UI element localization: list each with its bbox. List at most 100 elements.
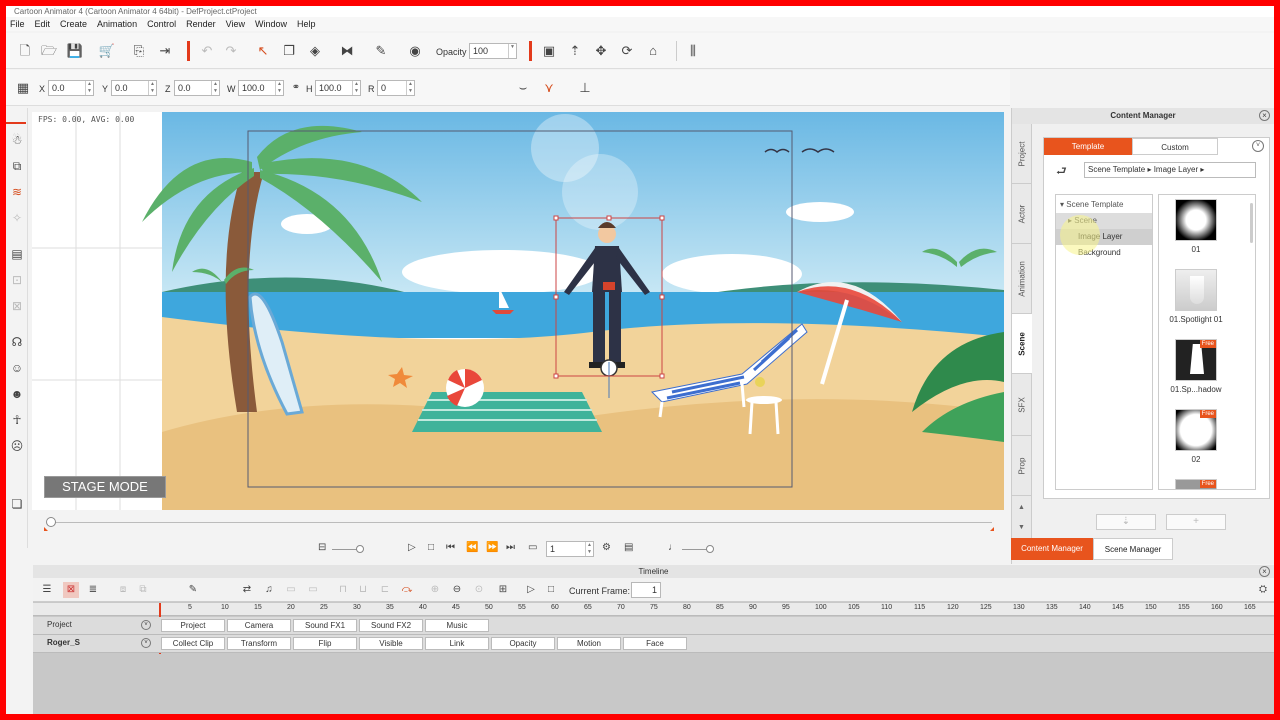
- tab-content-manager[interactable]: Content Manager: [1011, 538, 1093, 560]
- thumbnail-02[interactable]: Free: [1175, 409, 1217, 451]
- spinner-icon[interactable]: ▲ ▼: [406, 81, 414, 95]
- scroll-down-icon[interactable]: ▼: [1018, 524, 1025, 531]
- pivot-icon[interactable]: ⊥: [576, 79, 594, 97]
- select-arrow-icon[interactable]: ↖: [254, 42, 272, 60]
- settings-gear-icon[interactable]: ⚙: [602, 542, 611, 553]
- grid-icon[interactable]: ▦: [14, 79, 32, 97]
- track-button-opacity[interactable]: Opacity: [491, 637, 555, 650]
- track-button-project[interactable]: Project: [161, 619, 225, 632]
- menu-edit[interactable]: Edit: [31, 17, 57, 31]
- opacity-field[interactable]: 100 ▼: [469, 43, 517, 59]
- thumbnail-partial[interactable]: Free: [1175, 479, 1217, 489]
- back-arrow-icon[interactable]: ⮐: [1056, 162, 1067, 183]
- close-icon[interactable]: ×: [1259, 110, 1270, 121]
- chevron-down-icon[interactable]: ˅: [1252, 140, 1264, 152]
- open-folder-icon[interactable]: 🗁: [40, 42, 58, 60]
- z-field[interactable]: 0.0 ▲ ▼: [174, 80, 220, 96]
- link-chain-icon[interactable]: ⚭: [287, 79, 305, 97]
- loop-arrows-icon[interactable]: ⇄: [239, 582, 255, 598]
- track-button-camera[interactable]: Camera: [227, 619, 291, 632]
- new-file-icon[interactable]: 🗋: [16, 42, 34, 60]
- frame-field[interactable]: 1 ▲ ▼: [546, 541, 594, 557]
- tab-project[interactable]: Project: [1012, 124, 1032, 184]
- blend-icon[interactable]: ⊔: [355, 582, 371, 598]
- music-note-icon[interactable]: ♫: [261, 582, 277, 598]
- thumbnail-spotlight-01[interactable]: [1175, 269, 1217, 311]
- breadcrumb[interactable]: Scene Template ▸ Image Layer ▸: [1084, 162, 1256, 178]
- dropdown-icon[interactable]: ▼: [508, 44, 516, 58]
- key-icon[interactable]: ⧈: [115, 582, 131, 598]
- tab-prop[interactable]: Prop: [1012, 436, 1032, 496]
- sprite-icon[interactable]: ⧉: [9, 158, 25, 174]
- r-field[interactable]: 0 ▲ ▼: [377, 80, 415, 96]
- track-button-collect-clip[interactable]: Collect Clip: [161, 637, 225, 650]
- morph-icon[interactable]: ⊠: [9, 298, 25, 314]
- tab-actor[interactable]: Actor: [1012, 184, 1032, 244]
- scrollbar[interactable]: [1250, 203, 1253, 243]
- download-button[interactable]: ⇣: [1096, 514, 1156, 530]
- face-icon[interactable]: ☻: [9, 386, 25, 402]
- flip-icon[interactable]: ⧓: [338, 42, 356, 60]
- speed-icon[interactable]: ⊟: [318, 542, 326, 553]
- menu-render[interactable]: Render: [182, 17, 222, 31]
- rotate-icon[interactable]: ⟳: [618, 42, 636, 60]
- visibility-eye-icon[interactable]: ◉: [406, 42, 424, 60]
- audio-wave-icon[interactable]: ≋: [9, 184, 25, 200]
- measure-icon[interactable]: ✎: [372, 42, 390, 60]
- tab-scene[interactable]: Scene: [1012, 314, 1032, 374]
- stop-icon[interactable]: □: [428, 542, 434, 553]
- timeline-ruler[interactable]: 5 10 15 20 25 30 35 40 45 50 55 60 65 70…: [33, 603, 1274, 663]
- spinner-icon[interactable]: ▲ ▼: [275, 81, 283, 95]
- fit-icon[interactable]: ⊞: [495, 582, 511, 598]
- save-icon[interactable]: 💾: [66, 42, 84, 60]
- undo-icon[interactable]: ↶: [198, 42, 216, 60]
- merge-icon[interactable]: ⊏: [377, 582, 393, 598]
- menu-window[interactable]: Window: [251, 17, 293, 31]
- film-icon[interactable]: ▤: [624, 542, 633, 553]
- walk-icon[interactable]: ☥: [9, 412, 25, 428]
- track-button-face[interactable]: Face: [623, 637, 687, 650]
- track-button-sound-fx2[interactable]: Sound FX2: [359, 619, 423, 632]
- import-icon[interactable]: ⎘: [130, 42, 148, 60]
- record-icon[interactable]: ⊠: [63, 582, 79, 598]
- spinner-icon[interactable]: ▲ ▼: [85, 81, 93, 95]
- breadcrumb-item[interactable]: Scene Template: [1088, 165, 1145, 174]
- redo-icon[interactable]: ↷: [222, 42, 240, 60]
- y-field[interactable]: 0.0 ▲ ▼: [111, 80, 157, 96]
- zoom-in-icon[interactable]: ⊕: [427, 582, 443, 598]
- zoom-out-icon[interactable]: ⊖: [449, 582, 465, 598]
- last-frame-icon[interactable]: ⏭: [506, 542, 515, 553]
- menu-file[interactable]: File: [6, 17, 31, 31]
- spinner-icon[interactable]: ▲ ▼: [148, 81, 156, 95]
- close-icon[interactable]: ×: [1259, 566, 1270, 577]
- volume-slider-handle[interactable]: [706, 545, 714, 553]
- head-icon[interactable]: ☹: [9, 438, 25, 454]
- actor-icon[interactable]: ☃: [9, 132, 25, 148]
- list-icon[interactable]: ☰: [39, 582, 55, 598]
- thumbnail-01[interactable]: [1175, 199, 1217, 241]
- move-icon[interactable]: ✥: [592, 42, 610, 60]
- stage-mode-badge[interactable]: STAGE MODE: [44, 476, 166, 498]
- layout-icon[interactable]: ▤: [9, 246, 25, 262]
- export-icon[interactable]: ⇥: [156, 42, 174, 60]
- ease-icon[interactable]: ⤼: [399, 582, 415, 598]
- add-button[interactable]: +: [1166, 514, 1226, 530]
- puppet-icon[interactable]: ☺: [9, 360, 25, 376]
- tree-root[interactable]: ▾ Scene Template: [1056, 197, 1152, 213]
- menu-control[interactable]: Control: [143, 17, 182, 31]
- menu-create[interactable]: Create: [56, 17, 93, 31]
- track-button-visible[interactable]: Visible: [359, 637, 423, 650]
- track-button-motion[interactable]: Motion: [557, 637, 621, 650]
- track-button-link[interactable]: Link: [425, 637, 489, 650]
- h-field[interactable]: 100.0 ▲ ▼: [315, 80, 361, 96]
- scroll-up-icon[interactable]: ▲: [1018, 504, 1025, 511]
- spinner-icon[interactable]: ▲ ▼: [585, 542, 593, 556]
- speed-slider[interactable]: [332, 549, 358, 550]
- volume-slider[interactable]: [682, 549, 708, 550]
- stack-icon[interactable]: ❏: [9, 496, 25, 512]
- expand-icon[interactable]: ˅: [141, 620, 151, 630]
- curve-in-icon[interactable]: ⌣: [514, 79, 532, 97]
- tab-scene-manager[interactable]: Scene Manager: [1093, 538, 1173, 560]
- bone-icon[interactable]: ✧: [9, 210, 25, 226]
- curve-out-icon[interactable]: ⋎: [540, 79, 558, 97]
